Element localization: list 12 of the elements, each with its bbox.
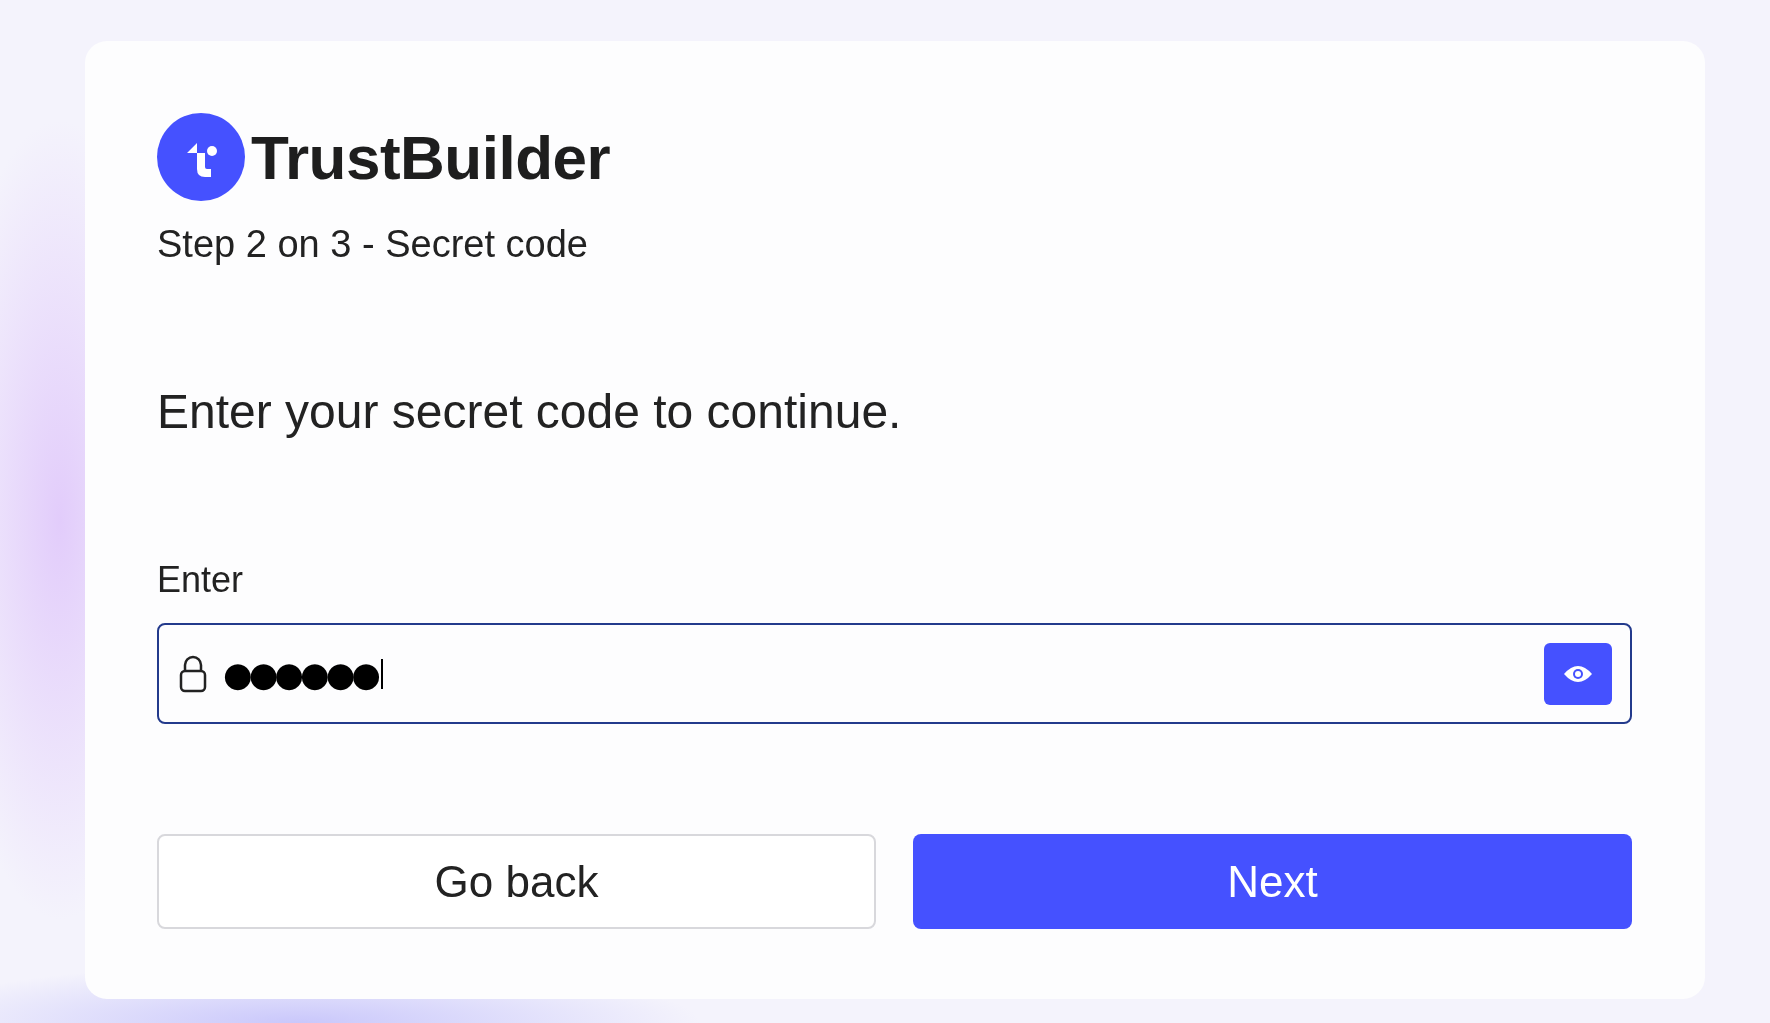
back-button[interactable]: Go back [157,834,876,929]
secret-code-field[interactable]: ●●●●●● [157,623,1632,724]
step-indicator: Step 2 on 3 - Secret code [157,223,589,266]
secret-code-value: ●●●●●● [223,653,377,694]
instruction-text: Enter your secret code to continue. [157,384,903,439]
logo-text: TrustBuilder [251,121,611,193]
next-button[interactable]: Next [913,834,1632,929]
lock-icon [179,654,207,693]
field-label: Enter [157,559,245,601]
logo-icon [157,113,245,201]
show-password-button[interactable] [1544,642,1612,705]
eye-icon [1563,663,1593,684]
